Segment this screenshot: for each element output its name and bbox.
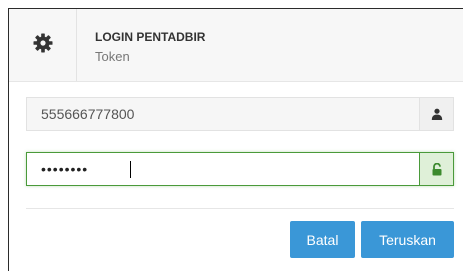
cancel-button[interactable]: Batal — [290, 221, 355, 258]
page-title: LOGIN PENTADBIR — [95, 30, 206, 44]
gear-icon — [33, 33, 53, 58]
form-divider — [26, 208, 454, 209]
username-field — [26, 97, 454, 131]
page-subtitle: Token — [95, 49, 130, 64]
login-panel: LOGIN PENTADBIR Token Batal Teruskan — [8, 8, 463, 271]
username-input[interactable] — [27, 98, 413, 130]
panel-header: LOGIN PENTADBIR Token — [9, 9, 463, 82]
password-input[interactable] — [27, 153, 413, 185]
password-field — [26, 152, 454, 186]
header-icon-box — [9, 9, 77, 81]
unlock-icon — [419, 153, 453, 185]
user-icon — [419, 98, 453, 130]
text-cursor — [130, 161, 131, 178]
continue-button[interactable]: Teruskan — [361, 221, 454, 258]
